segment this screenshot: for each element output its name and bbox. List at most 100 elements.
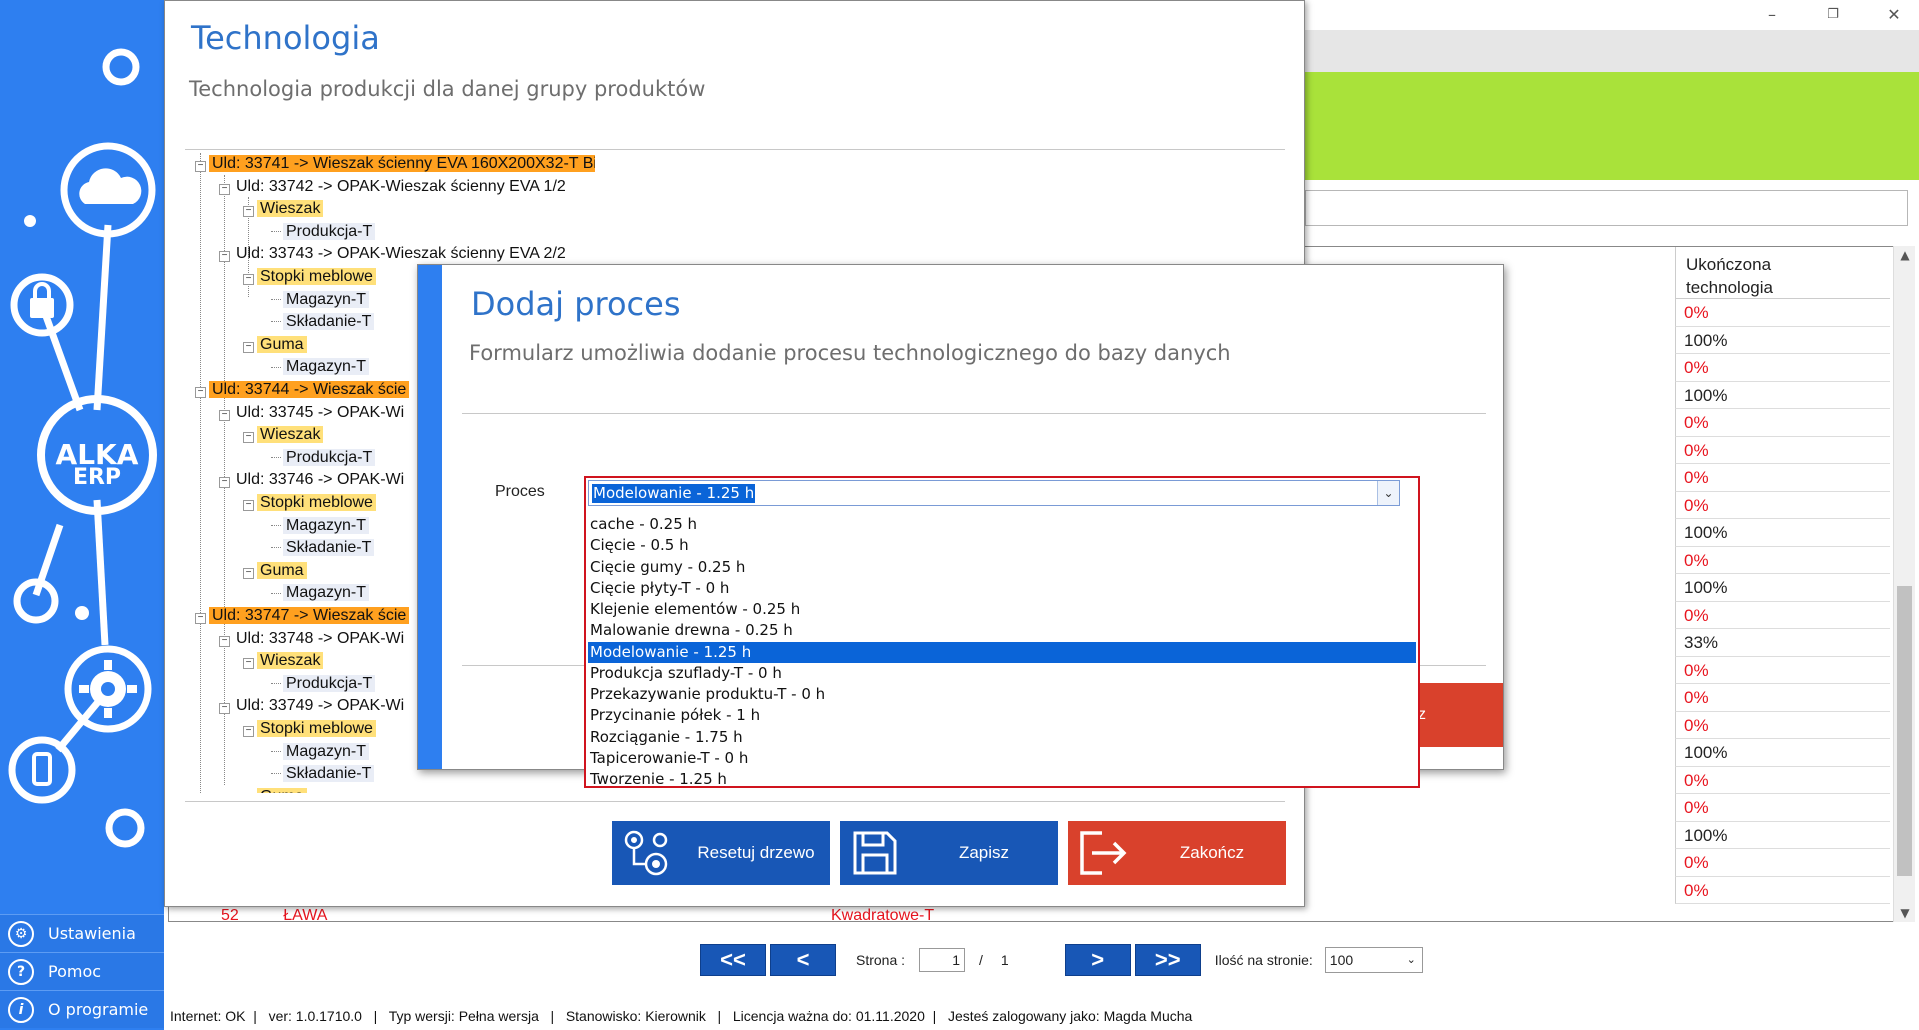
collapse-icon[interactable]: − bbox=[243, 500, 254, 511]
process-select[interactable]: Modelowanie - 1.25 h ⌄ cache - 0.25 h Cię… bbox=[584, 476, 1420, 788]
grid-cell[interactable]: 100% bbox=[1675, 519, 1890, 547]
page-number-input[interactable]: 1 bbox=[919, 948, 966, 972]
tree-node[interactable]: Składanie-T bbox=[271, 311, 375, 333]
first-page-button[interactable]: << bbox=[700, 944, 766, 976]
tree-node[interactable]: Składanie-T bbox=[271, 537, 375, 559]
grid-cell[interactable]: 0% bbox=[1675, 766, 1890, 794]
grid-cell[interactable]: 0% bbox=[1675, 711, 1890, 739]
grid-cell[interactable]: 0% bbox=[1675, 299, 1890, 327]
grid-cell[interactable]: 33% bbox=[1675, 629, 1890, 657]
collapse-icon[interactable]: − bbox=[243, 274, 254, 285]
sidebar-item-about[interactable]: i O programie bbox=[0, 990, 164, 1028]
collapse-icon[interactable]: − bbox=[219, 409, 230, 421]
tree-node[interactable]: − Uld: 33741 -> Wieszak ścienny EVA 160X2… bbox=[195, 153, 595, 175]
tree-node[interactable]: − Wieszak bbox=[243, 198, 324, 220]
collapse-icon[interactable]: − bbox=[219, 183, 230, 195]
last-page-button[interactable]: >> bbox=[1134, 944, 1201, 976]
scroll-up-icon[interactable]: ▲ bbox=[1894, 248, 1916, 262]
tree-node[interactable]: − Uld: 33745 -> OPAK-Wi bbox=[219, 402, 407, 424]
collapse-icon[interactable]: − bbox=[219, 477, 230, 489]
dropdown-option[interactable]: Modelowanie - 1.25 h bbox=[588, 641, 1416, 663]
grid-cell[interactable]: 0% bbox=[1675, 684, 1890, 712]
tree-node[interactable]: − Stopki meblowe bbox=[243, 718, 376, 740]
tree-node[interactable]: − Uld: 33747 -> Wieszak ście bbox=[195, 605, 410, 627]
sidebar-item-help[interactable]: ? Pomoc bbox=[0, 952, 164, 990]
grid-cell[interactable]: 0% bbox=[1675, 436, 1890, 464]
collapse-icon[interactable]: − bbox=[219, 635, 230, 647]
process-select-input[interactable]: Modelowanie - 1.25 h ⌄ bbox=[588, 480, 1400, 506]
tree-node[interactable]: −Guma bbox=[243, 334, 307, 356]
grid-cell[interactable]: 100% bbox=[1675, 381, 1890, 409]
close-button[interactable]: Zakończ bbox=[1068, 821, 1286, 885]
save-button[interactable]: Zapisz bbox=[840, 821, 1058, 885]
tree-node[interactable]: Magazyn-T bbox=[271, 515, 370, 537]
dropdown-option[interactable]: Cięcie - 0.5 h bbox=[588, 535, 1416, 556]
collapse-icon[interactable]: − bbox=[219, 703, 230, 715]
collapse-icon[interactable]: − bbox=[243, 341, 254, 353]
grid-cell[interactable]: 0% bbox=[1675, 794, 1890, 822]
tree-node[interactable]: Produkcja-T bbox=[271, 673, 376, 695]
grid-cell[interactable]: 0% bbox=[1675, 464, 1890, 492]
grid-cell[interactable]: 100% bbox=[1675, 574, 1890, 602]
collapse-icon[interactable]: − bbox=[243, 726, 254, 737]
tree-node[interactable]: − Stopki meblowe bbox=[243, 492, 376, 514]
chevron-down-icon[interactable]: ⌄ bbox=[1377, 481, 1399, 505]
collapse-icon[interactable]: − bbox=[219, 251, 230, 263]
dropdown-option[interactable]: Przycinanie półek - 1 h bbox=[588, 705, 1416, 726]
dropdown-option[interactable]: cache - 0.25 h bbox=[588, 514, 1416, 535]
table-row[interactable]: 52 ŁAWA Kwadratowe-T bbox=[221, 907, 934, 921]
dropdown-option[interactable]: Przekazywanie produktu-T - 0 h bbox=[588, 684, 1416, 705]
tree-node[interactable]: Magazyn-T bbox=[271, 356, 370, 378]
dropdown-option[interactable]: Cięcie gumy - 0.25 h bbox=[588, 557, 1416, 578]
tree-node[interactable]: Magazyn-T bbox=[271, 289, 370, 311]
prev-page-button[interactable]: < bbox=[770, 944, 836, 976]
grid-cell[interactable]: 0% bbox=[1675, 409, 1890, 437]
tree-node[interactable]: −Guma bbox=[243, 786, 307, 793]
tree-node[interactable]: − Uld: 33742 -> OPAK-Wieszak ścienny EVA … bbox=[219, 176, 569, 198]
collapse-icon[interactable]: − bbox=[195, 387, 206, 398]
column-header-completed[interactable]: Ukończona technologia bbox=[1675, 247, 1890, 299]
grid-cell[interactable]: 0% bbox=[1675, 354, 1890, 382]
close-icon[interactable]: ✕ bbox=[1879, 3, 1909, 27]
per-page-select[interactable]: 100 ⌄ bbox=[1324, 947, 1423, 973]
grid-cell[interactable]: 100% bbox=[1675, 326, 1890, 354]
scroll-down-icon[interactable]: ▼ bbox=[1894, 906, 1916, 920]
grid-scrollbar[interactable]: ▲ ▼ bbox=[1893, 246, 1915, 922]
scroll-thumb[interactable] bbox=[1897, 586, 1912, 876]
minimize-icon[interactable]: – bbox=[1757, 3, 1787, 27]
grid-cell[interactable]: 100% bbox=[1675, 821, 1890, 849]
grid-cell[interactable]: 0% bbox=[1675, 876, 1890, 904]
dropdown-option[interactable]: Cięcie płyty-T - 0 h bbox=[588, 578, 1416, 599]
tree-node[interactable]: − Wieszak bbox=[243, 650, 324, 672]
tree-node[interactable]: − Uld: 33748 -> OPAK-Wi bbox=[219, 628, 407, 650]
collapse-icon[interactable]: − bbox=[195, 613, 206, 624]
dropdown-option[interactable]: Malowanie drewna - 0.25 h bbox=[588, 620, 1416, 641]
tree-node[interactable]: Produkcja-T bbox=[271, 447, 376, 469]
grid-cell[interactable]: 0% bbox=[1675, 656, 1890, 684]
tree-node[interactable]: − Wieszak bbox=[243, 424, 324, 446]
collapse-icon[interactable]: − bbox=[243, 206, 254, 218]
tree-node[interactable]: − Stopki meblowe bbox=[243, 266, 376, 288]
maximize-icon[interactable]: ❐ bbox=[1818, 3, 1848, 27]
grid-cell[interactable]: 0% bbox=[1675, 491, 1890, 519]
dropdown-option[interactable]: Produkcja szuflady-T - 0 h bbox=[588, 663, 1416, 684]
grid-cell[interactable]: 0% bbox=[1675, 849, 1890, 877]
sidebar-item-settings[interactable]: ⚙ Ustawienia bbox=[0, 914, 164, 952]
dropdown-option[interactable]: Klejenie elementów - 0.25 h bbox=[588, 599, 1416, 620]
grid-cell[interactable]: 0% bbox=[1675, 546, 1890, 574]
collapse-icon[interactable]: − bbox=[243, 432, 254, 444]
tree-node[interactable]: −Guma bbox=[243, 560, 307, 582]
search-input[interactable] bbox=[1305, 190, 1908, 226]
grid-cell[interactable]: 0% bbox=[1675, 601, 1890, 629]
tree-node[interactable]: − Uld: 33744 -> Wieszak ście bbox=[195, 379, 410, 401]
tree-node[interactable]: − Uld: 33746 -> OPAK-Wi bbox=[219, 469, 407, 491]
tree-node[interactable]: Produkcja-T bbox=[271, 221, 376, 243]
tree-node[interactable]: Składanie-T bbox=[271, 763, 375, 785]
collapse-icon[interactable]: − bbox=[243, 658, 254, 670]
reset-tree-button[interactable]: Resetuj drzewo bbox=[612, 821, 830, 885]
dropdown-option[interactable]: Tapicerowanie-T - 0 h bbox=[588, 748, 1416, 769]
collapse-icon[interactable]: − bbox=[243, 567, 254, 579]
dropdown-option[interactable]: Tworzenie - 1.25 h bbox=[588, 769, 1416, 790]
dropdown-option[interactable]: Rozciąganie - 1.75 h bbox=[588, 727, 1416, 748]
grid-cell[interactable]: 100% bbox=[1675, 739, 1890, 767]
